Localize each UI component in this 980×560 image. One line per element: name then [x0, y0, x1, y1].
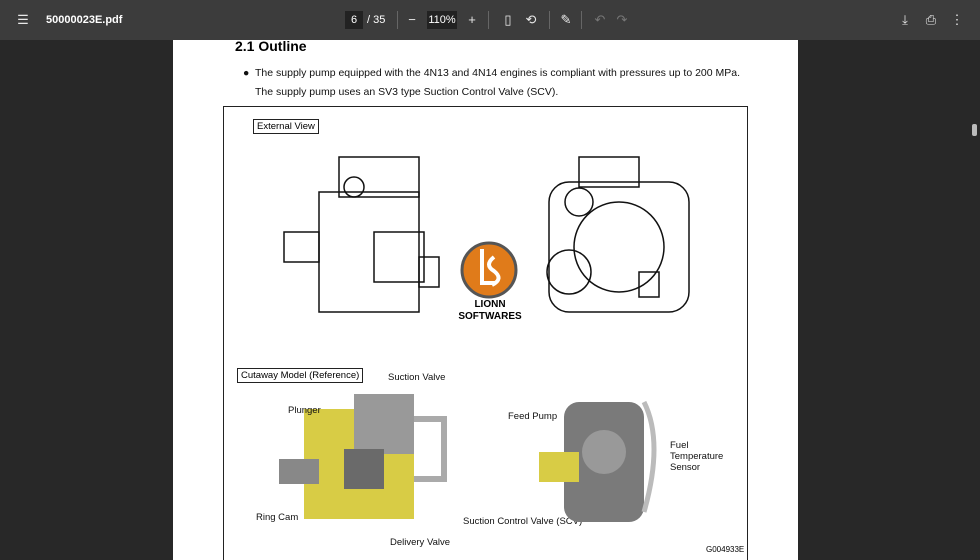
zoom-input[interactable]: 110%	[427, 11, 457, 29]
external-view-label: External View	[253, 119, 319, 134]
rotate-icon[interactable]: ⟲	[523, 13, 539, 27]
undo-icon[interactable]: ↶	[592, 13, 608, 27]
callout-feed-pump: Feed Pump	[508, 411, 558, 422]
divider	[488, 11, 489, 29]
more-options-icon[interactable]: ⋮	[949, 13, 965, 27]
menu-icon[interactable]: ☰	[15, 13, 31, 27]
callout-ring-cam: Ring Cam	[256, 512, 299, 523]
callout-fuel-temp: Fuel	[670, 440, 689, 451]
fit-page-icon[interactable]: ▯	[500, 13, 516, 27]
paragraph: The supply pump equipped with the 4N13 a…	[255, 67, 741, 79]
pdf-toolbar: ☰ 50000023E.pdf 6 / 35 − 110% + ▯ ⟲ ✎ ↶ …	[0, 0, 980, 40]
divider	[397, 11, 398, 29]
callout-suction-valve: Suction Valve	[388, 372, 446, 383]
pdf-page: 2.1 Outline ● The supply pump equipped w…	[173, 40, 798, 560]
figure-code: G004933E	[706, 545, 745, 554]
page-number-input[interactable]: 6	[345, 11, 363, 29]
scrollbar[interactable]	[968, 40, 980, 551]
figure: External View LIONN SOFTWARES Cutaway Mo…	[223, 106, 748, 560]
print-icon[interactable]: ⎙	[923, 13, 939, 27]
scrollbar-thumb[interactable]	[972, 124, 977, 136]
document-title: 50000023E.pdf	[46, 14, 123, 26]
zoom-out-button[interactable]: −	[404, 13, 420, 27]
cutaway-label: Cutaway Model (Reference)	[237, 368, 364, 383]
callout-fuel-temp: Temperature	[670, 451, 724, 462]
watermark-text: LIONN SOFTWARES	[458, 299, 522, 322]
lionn-logo	[460, 241, 518, 299]
bullet-icon: ●	[243, 67, 250, 79]
callout-fuel-temp: Sensor	[670, 462, 701, 473]
callout-delivery-valve: Delivery Valve	[390, 537, 451, 548]
download-icon[interactable]: ⤓	[897, 13, 913, 27]
divider	[549, 11, 550, 29]
callout-plunger: Plunger	[288, 405, 321, 416]
page-total: / 35	[367, 14, 386, 26]
paragraph: The supply pump uses an SV3 type Suction…	[255, 86, 559, 98]
annotate-icon[interactable]: ✎	[558, 13, 574, 27]
zoom-in-button[interactable]: +	[464, 13, 480, 27]
section-heading: 2.1 Outline	[235, 40, 307, 54]
feed-pump-image	[539, 400, 657, 522]
redo-icon[interactable]: ↷	[614, 13, 630, 27]
divider	[581, 11, 582, 29]
